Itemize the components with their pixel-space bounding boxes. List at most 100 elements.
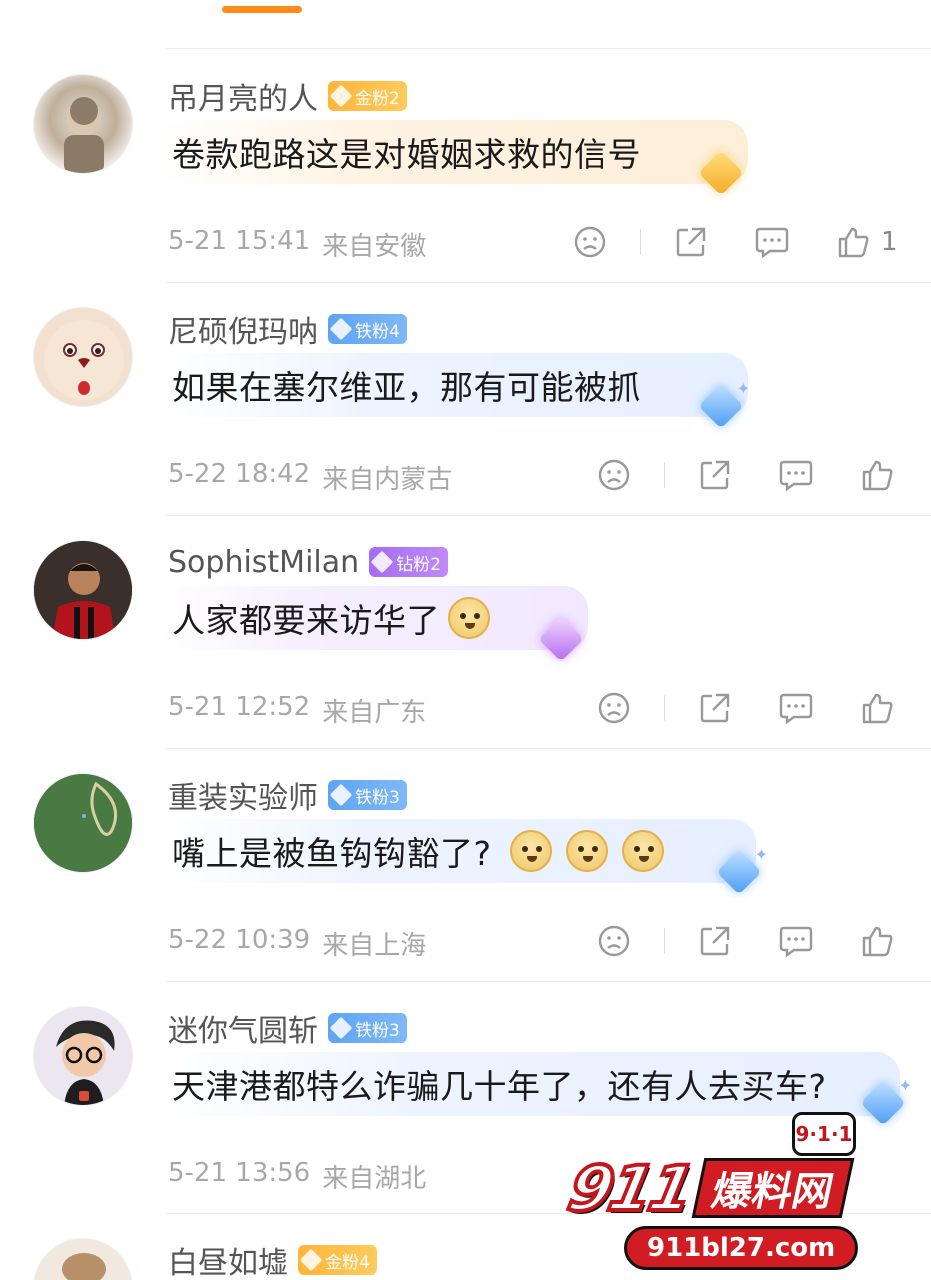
thumbs-up-icon[interactable] <box>859 690 895 726</box>
tab-indicator <box>222 6 302 13</box>
comment-icon[interactable] <box>754 224 790 260</box>
share-icon[interactable] <box>697 690 733 726</box>
location: 来自广东 <box>322 698 427 728</box>
comment-item: 吊月亮的人 金粉2 卷款跑路这是对婚姻求救的信号 5-21 15:41 来自安徽… <box>0 50 931 283</box>
comment-bubble: 嘴上是被鱼钩钩豁了? <box>158 819 756 883</box>
action-bar <box>596 455 895 495</box>
avatar[interactable] <box>33 773 133 873</box>
username[interactable]: 迷你气圆斩 <box>168 1006 318 1050</box>
comment-item: 重装实验师 铁粉3 嘴上是被鱼钩钩豁了? ✦ 5-22 10:39 来自上海 <box>0 749 931 982</box>
comment-text: 如果在塞尔维亚，那有可能被抓 <box>172 368 641 407</box>
doge-emoji-icon <box>509 830 552 872</box>
thumbs-up-icon[interactable] <box>859 457 895 493</box>
share-icon[interactable] <box>673 224 709 260</box>
gem-decoration-icon: ✦ <box>698 379 750 429</box>
crown-icon <box>299 1248 323 1272</box>
gem-decoration-icon <box>698 150 744 196</box>
avatar-image <box>34 1007 132 1105</box>
like-count: 1 <box>881 227 898 257</box>
username-row: 重装实验师 铁粉3 <box>168 773 407 817</box>
timestamp: 5-22 10:39 <box>168 925 311 955</box>
comment-meta: 5-22 10:39 来自上海 <box>168 925 426 962</box>
watermark-title: 911 爆料网 <box>560 1150 856 1227</box>
timestamp: 5-21 12:52 <box>168 692 311 722</box>
action-separator <box>664 462 665 488</box>
watermark-logo: 9·1·1 911 爆料网 911bl27.com <box>560 1108 920 1280</box>
avatar-image <box>34 1239 132 1280</box>
username[interactable]: SophistMilan <box>168 545 359 580</box>
avatar-image <box>44 320 124 400</box>
watermark-url: 911bl27.com <box>624 1226 859 1270</box>
avatar-image <box>34 774 132 872</box>
badge-label: 金粉4 <box>325 1252 370 1273</box>
comment-meta: 5-21 13:56 来自湖北 <box>168 1158 426 1195</box>
username[interactable]: 重装实验师 <box>168 773 318 817</box>
divider <box>166 48 931 49</box>
username-row: 吊月亮的人 金粉2 <box>168 74 407 118</box>
crown-icon <box>329 84 353 108</box>
gem-decoration-icon <box>538 616 584 662</box>
share-icon[interactable] <box>697 457 733 493</box>
username-row: 迷你气圆斩 铁粉3 <box>168 1006 407 1050</box>
avatar[interactable] <box>33 1238 133 1280</box>
fan-badge[interactable]: 铁粉4 <box>328 314 407 344</box>
badge-label: 铁粉3 <box>355 1020 400 1041</box>
comment-bubble: 如果在塞尔维亚，那有可能被抓 <box>158 353 748 417</box>
dislike-icon[interactable] <box>596 923 632 959</box>
avatar[interactable] <box>33 74 133 174</box>
username[interactable]: 尼硕倪玛呐 <box>168 307 318 351</box>
comment-item: SophistMilan 钻粉2 人家都要来访华了 5-21 12:52 来自广… <box>0 516 931 749</box>
fan-badge[interactable]: 金粉2 <box>328 81 407 111</box>
watermark-badge: 9·1·1 <box>792 1112 856 1156</box>
avatar-image <box>34 541 132 639</box>
diamond-icon <box>329 1016 353 1040</box>
location: 来自上海 <box>322 931 427 961</box>
dislike-icon[interactable] <box>596 690 632 726</box>
comment-meta: 5-21 15:41 来自安徽 <box>168 226 426 263</box>
username-row: 尼硕倪玛呐 铁粉4 <box>168 307 407 351</box>
badge-label: 金粉2 <box>355 88 400 109</box>
username[interactable]: 吊月亮的人 <box>168 74 318 118</box>
doge-emoji-icon <box>621 830 664 872</box>
doge-emoji-icon <box>565 830 608 872</box>
watermark-number: 911 <box>560 1150 700 1227</box>
diamond-icon <box>329 783 353 807</box>
comment-icon[interactable] <box>778 690 814 726</box>
doge-emoji-icon <box>448 597 490 639</box>
action-bar <box>596 921 895 961</box>
avatar[interactable] <box>33 307 133 407</box>
action-separator <box>664 695 665 721</box>
avatar-image <box>64 97 104 173</box>
diamond-icon <box>370 550 394 574</box>
comment-bubble: 人家都要来访华了 <box>158 586 588 650</box>
diamond-icon <box>329 317 353 341</box>
fan-badge[interactable]: 铁粉3 <box>328 1013 407 1043</box>
username-row: 白昼如墟 金粉4 <box>168 1240 377 1280</box>
comment-meta: 5-22 18:42 来自内蒙古 <box>168 459 452 496</box>
fan-badge[interactable]: 金粉4 <box>298 1245 377 1275</box>
timestamp: 5-21 15:41 <box>168 226 311 256</box>
badge-label: 铁粉3 <box>355 787 400 808</box>
username-row: SophistMilan 钻粉2 <box>168 542 448 582</box>
dislike-icon[interactable] <box>596 457 632 493</box>
fan-badge[interactable]: 铁粉3 <box>328 780 407 810</box>
comment-icon[interactable] <box>778 923 814 959</box>
fan-badge[interactable]: 钻粉2 <box>369 547 448 577</box>
avatar[interactable] <box>33 1006 133 1106</box>
comment-item: 尼硕倪玛呐 铁粉4 如果在塞尔维亚，那有可能被抓 ✦ 5-22 18:42 来自… <box>0 283 931 516</box>
dislike-icon[interactable] <box>572 224 608 260</box>
comment-text: 人家都要来访华了 <box>172 601 440 640</box>
username[interactable]: 白昼如墟 <box>168 1238 288 1280</box>
thumbs-up-icon[interactable] <box>859 923 895 959</box>
action-separator <box>664 928 665 954</box>
thumbs-up-icon[interactable] <box>835 224 871 260</box>
comment-meta: 5-21 12:52 来自广东 <box>168 692 426 729</box>
share-icon[interactable] <box>697 923 733 959</box>
watermark-name: 爆料网 <box>692 1158 855 1218</box>
avatar[interactable] <box>33 540 133 640</box>
action-separator <box>640 229 641 255</box>
action-bar: 1 <box>572 222 898 262</box>
comment-text: 卷款跑路这是对婚姻求救的信号 <box>172 135 641 174</box>
previous-comment-cutoff <box>0 0 931 20</box>
comment-icon[interactable] <box>778 457 814 493</box>
